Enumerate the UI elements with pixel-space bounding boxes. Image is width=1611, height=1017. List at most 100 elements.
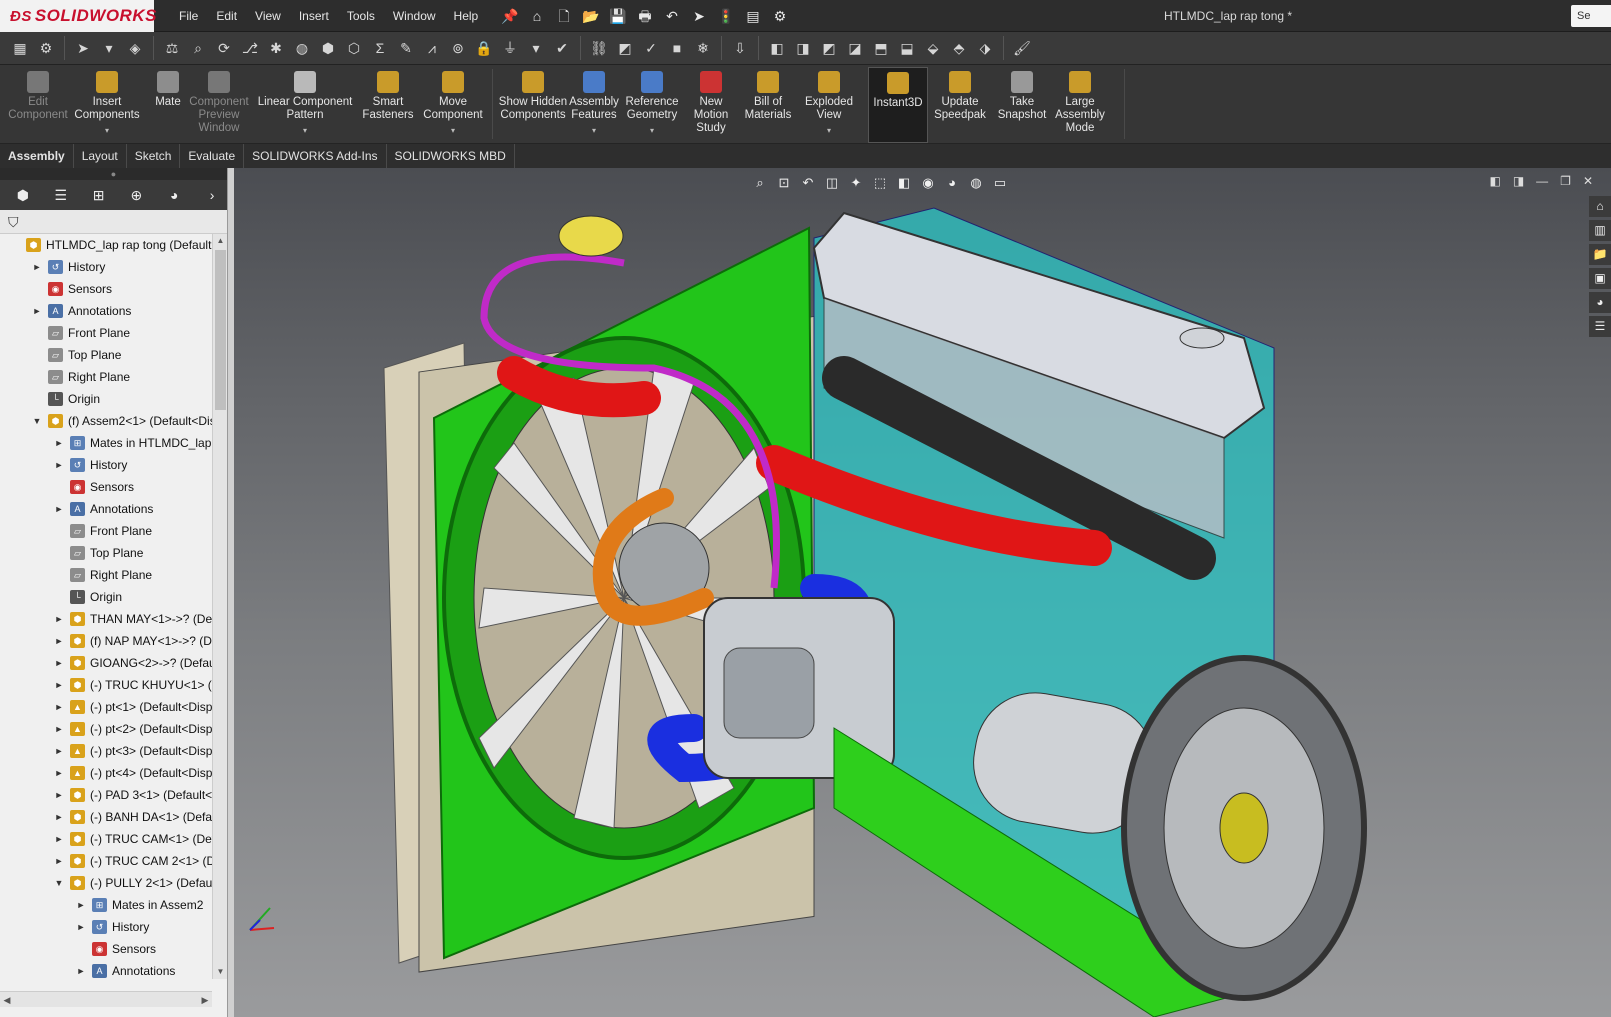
tree-node[interactable]: ► ▲ (-) pt<3> (Default<Display bbox=[0, 740, 212, 762]
sum-icon[interactable]: Σ bbox=[368, 36, 392, 60]
panel-grip[interactable]: ● bbox=[0, 168, 227, 180]
tree-node[interactable]: ► A Annotations bbox=[0, 960, 212, 979]
expand-arrow-icon[interactable]: ► bbox=[54, 718, 64, 740]
tree-node[interactable]: ► ⬢ (f) NAP MAY<1>->? (Defa bbox=[0, 630, 212, 652]
tree-node[interactable]: ► ⬢ (-) PAD 3<1> (Default<<D bbox=[0, 784, 212, 806]
tree-node[interactable]: ► A Annotations bbox=[0, 498, 212, 520]
dimxpert-icon[interactable]: ⊕ bbox=[121, 183, 151, 207]
chevron-down-icon[interactable]: ▾ bbox=[74, 124, 140, 137]
expand-arrow-icon[interactable]: ► bbox=[54, 498, 64, 520]
menu-window[interactable]: Window bbox=[384, 0, 445, 32]
rebuild-traffic-light-icon[interactable]: 🚦 bbox=[714, 4, 738, 28]
tree-node[interactable]: ◉ Sensors bbox=[0, 476, 212, 498]
motor-icon[interactable]: ◍ bbox=[290, 36, 314, 60]
tree-node[interactable]: ▱ Right Plane bbox=[0, 366, 212, 388]
scroll-right-icon[interactable]: ▶ bbox=[198, 992, 212, 1008]
display-manager-icon[interactable]: ◕ bbox=[159, 183, 189, 207]
property-manager-icon[interactable]: ☰ bbox=[46, 183, 76, 207]
ribbon-instant3d-button[interactable]: Instant3D bbox=[868, 67, 928, 143]
chevron-right-icon[interactable]: › bbox=[197, 183, 227, 207]
tree-horizontal-scrollbar[interactable]: ◀ ▶ bbox=[0, 991, 212, 1007]
tree-node[interactable]: └ Origin bbox=[0, 388, 212, 410]
view-top-icon[interactable]: ⬒ bbox=[869, 36, 893, 60]
ribbon-edit-component-button[interactable]: Edit Component bbox=[6, 67, 70, 143]
zoom-icon[interactable]: ⌕ bbox=[186, 36, 210, 60]
tree-node[interactable]: ▱ Top Plane bbox=[0, 542, 212, 564]
menu-help[interactable]: Help bbox=[445, 0, 488, 32]
tree-node[interactable]: ⬢ HTLMDC_lap rap tong (Default<Di bbox=[0, 234, 212, 256]
ribbon-linear-component-pattern-button[interactable]: Linear Component Pattern ▾ bbox=[254, 67, 356, 143]
tree-node[interactable]: ► ⊞ Mates in Assem2 bbox=[0, 894, 212, 916]
ribbon-update-speedpak-button[interactable]: Update Speedpak bbox=[930, 67, 990, 143]
chevron-down-icon[interactable]: ▾ bbox=[254, 124, 356, 137]
tree-node[interactable]: ◉ Sensors bbox=[0, 938, 212, 960]
expand-arrow-icon[interactable]: ► bbox=[54, 784, 64, 806]
tab-addins[interactable]: SOLIDWORKS Add-Ins bbox=[244, 144, 387, 168]
search-input[interactable]: Se bbox=[1571, 5, 1611, 27]
tree-node[interactable]: ► ⊞ Mates in HTLMDC_lap rap bbox=[0, 432, 212, 454]
hole-icon[interactable]: ⊚ bbox=[446, 36, 470, 60]
stop-icon[interactable]: ■ bbox=[665, 36, 689, 60]
ribbon-mate-button[interactable]: Mate bbox=[148, 67, 188, 143]
gear-icon[interactable]: ✱ bbox=[264, 36, 288, 60]
tree-node[interactable]: ► ↺ History bbox=[0, 454, 212, 476]
pin-icon[interactable]: 📌 bbox=[498, 4, 522, 28]
measure-icon[interactable]: ⚖ bbox=[160, 36, 184, 60]
tree-vertical-scrollbar[interactable]: ▲ ▼ bbox=[212, 234, 227, 979]
shield-icon[interactable]: ⬢ bbox=[316, 36, 340, 60]
expand-arrow-icon[interactable]: ► bbox=[54, 652, 64, 674]
select-arrow-icon[interactable]: ➤ bbox=[71, 36, 95, 60]
expand-arrow-icon[interactable]: ► bbox=[54, 828, 64, 850]
brush-icon[interactable]: 🖌 bbox=[1010, 36, 1034, 60]
view-left-icon[interactable]: ◩ bbox=[817, 36, 841, 60]
scroll-thumb[interactable] bbox=[215, 250, 226, 410]
tab-assembly[interactable]: Assembly bbox=[0, 144, 74, 168]
menu-edit[interactable]: Edit bbox=[207, 0, 246, 32]
expand-arrow-icon[interactable]: ► bbox=[54, 432, 64, 454]
ribbon-bill-of-materials-button[interactable]: Bill of Materials bbox=[742, 67, 794, 143]
expand-arrow-icon[interactable]: ► bbox=[54, 850, 64, 872]
tab-evaluate[interactable]: Evaluate bbox=[180, 144, 245, 168]
menu-view[interactable]: View bbox=[246, 0, 290, 32]
chevron-down-icon[interactable]: ▾ bbox=[420, 124, 486, 137]
tree-node[interactable]: ► ⬢ GIOANG<2>->? (Default< bbox=[0, 652, 212, 674]
tree-node[interactable]: ◉ Sensors bbox=[0, 278, 212, 300]
chevron-down-icon[interactable]: ▾ bbox=[796, 124, 862, 137]
configure-icon[interactable]: ⚙ bbox=[34, 36, 58, 60]
file-properties-icon[interactable]: ▤ bbox=[741, 4, 765, 28]
view-right-icon[interactable]: ◪ bbox=[843, 36, 867, 60]
mass-icon[interactable]: ⬡ bbox=[342, 36, 366, 60]
rotate-icon[interactable]: ⟳ bbox=[212, 36, 236, 60]
ribbon-large-assembly-mode-button[interactable]: Large Assembly Mode bbox=[1052, 67, 1108, 143]
ribbon-new-motion-study-button[interactable]: New Motion Study bbox=[686, 67, 736, 143]
tab-layout[interactable]: Layout bbox=[74, 144, 127, 168]
tree-node[interactable]: └ Origin bbox=[0, 586, 212, 608]
mate-icon[interactable]: ⎇ bbox=[238, 36, 262, 60]
tree-node[interactable]: ► A Annotations bbox=[0, 300, 212, 322]
chevron-down-icon[interactable]: ▾ bbox=[620, 124, 684, 137]
undo-icon[interactable]: ↶ bbox=[660, 4, 684, 28]
expand-arrow-icon[interactable]: ► bbox=[76, 960, 86, 979]
sketch-icon[interactable]: ✎ bbox=[394, 36, 418, 60]
view-bottom-icon[interactable]: ⬓ bbox=[895, 36, 919, 60]
tree-node[interactable]: ► ⬢ (-) TRUC KHUYU<1> (Defa bbox=[0, 674, 212, 696]
view-back-icon[interactable]: ◨ bbox=[791, 36, 815, 60]
expand-arrow-icon[interactable]: ► bbox=[54, 630, 64, 652]
graphics-area[interactable]: ⌕ ⊡ ↶ ◫ ✦ ⬚ ◧ ◉ ◕ ◍ ▭ ◧ ◨ — ❐ ✕ ⌂ ▥ 📁 ▣ … bbox=[234, 168, 1611, 1017]
expand-arrow-icon[interactable]: ► bbox=[76, 916, 86, 938]
tree-node[interactable]: ► ▲ (-) pt<2> (Default<Display bbox=[0, 718, 212, 740]
expand-arrow-icon[interactable]: ► bbox=[54, 806, 64, 828]
engine-model[interactable] bbox=[234, 168, 1611, 1017]
download-arrow-icon[interactable]: ⇩ bbox=[728, 36, 752, 60]
scroll-down-icon[interactable]: ▼ bbox=[213, 965, 228, 979]
chevron-down-icon[interactable]: ▾ bbox=[524, 36, 548, 60]
tree-node[interactable]: ► ⬢ THAN MAY<1>->? (Defau bbox=[0, 608, 212, 630]
view-dimetric-icon[interactable]: ⬘ bbox=[947, 36, 971, 60]
ok-circle-icon[interactable]: ✓ bbox=[639, 36, 663, 60]
solidworks-logo[interactable]: ƉS SOLIDWORKS bbox=[0, 0, 156, 32]
tree-node[interactable]: ► ↺ History bbox=[0, 916, 212, 938]
save-icon[interactable]: 💾 bbox=[606, 4, 630, 28]
view-iso-icon[interactable]: ⬙ bbox=[921, 36, 945, 60]
view-trimetric-icon[interactable]: ⬗ bbox=[973, 36, 997, 60]
filter-icon[interactable]: ⏚ bbox=[498, 36, 522, 60]
